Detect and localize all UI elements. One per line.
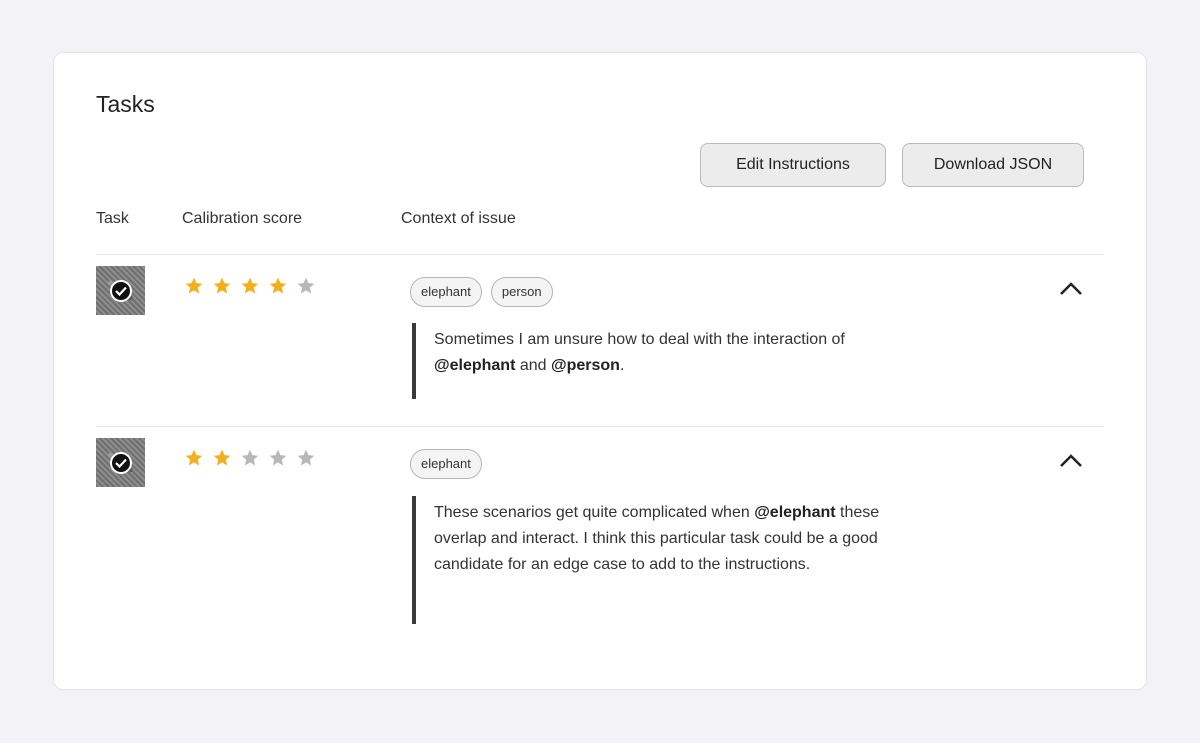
- header-divider: [96, 254, 1104, 255]
- calibration-stars: [184, 276, 316, 296]
- row-divider: [96, 426, 1104, 427]
- page-title: Tasks: [96, 91, 155, 117]
- star-empty-icon: [269, 449, 287, 466]
- chevron-up-icon[interactable]: [1058, 452, 1084, 470]
- mention-person[interactable]: @person: [551, 357, 620, 374]
- edit-instructions-button[interactable]: Edit Instructions: [700, 143, 886, 187]
- task-thumbnail[interactable]: [96, 438, 145, 487]
- download-json-button[interactable]: Download JSON: [902, 143, 1084, 187]
- star-empty-icon: [297, 277, 315, 294]
- check-icon: [110, 452, 132, 474]
- task-thumbnail[interactable]: [96, 266, 145, 315]
- issue-comment: These scenarios get quite complicated wh…: [412, 496, 934, 624]
- toolbar: Edit Instructions Download JSON: [700, 143, 1084, 187]
- tag-person: person: [490, 277, 553, 307]
- comment-text: Sometimes I am unsure how to deal with t…: [434, 331, 845, 348]
- header-calibration-score: Calibration score: [182, 210, 303, 227]
- tasks-card: Tasks Edit Instructions Download JSON Ta…: [53, 52, 1147, 690]
- tag-list: elephant: [410, 449, 482, 479]
- tag-elephant: elephant: [410, 277, 482, 307]
- mention-elephant[interactable]: @elephant: [754, 504, 835, 521]
- star-filled-icon: [241, 277, 259, 294]
- comment-text: and: [515, 357, 551, 374]
- star-filled-icon: [269, 277, 287, 294]
- header-task: Task: [96, 210, 129, 227]
- mention-elephant[interactable]: @elephant: [434, 357, 515, 374]
- star-filled-icon: [185, 277, 203, 294]
- tag-list: elephant person: [410, 277, 553, 307]
- chevron-up-icon[interactable]: [1058, 280, 1084, 298]
- tag-elephant: elephant: [410, 449, 482, 479]
- check-icon: [110, 280, 132, 302]
- star-empty-icon: [241, 449, 259, 466]
- calibration-stars: [184, 448, 316, 468]
- star-filled-icon: [213, 449, 231, 466]
- star-filled-icon: [213, 277, 231, 294]
- star-filled-icon: [185, 449, 203, 466]
- comment-text: .: [619, 357, 625, 374]
- star-empty-icon: [297, 449, 315, 466]
- comment-text: These scenarios get quite complicated wh…: [434, 504, 755, 521]
- header-context-of-issue: Context of issue: [401, 210, 516, 227]
- issue-comment: Sometimes I am unsure how to deal with t…: [412, 323, 934, 399]
